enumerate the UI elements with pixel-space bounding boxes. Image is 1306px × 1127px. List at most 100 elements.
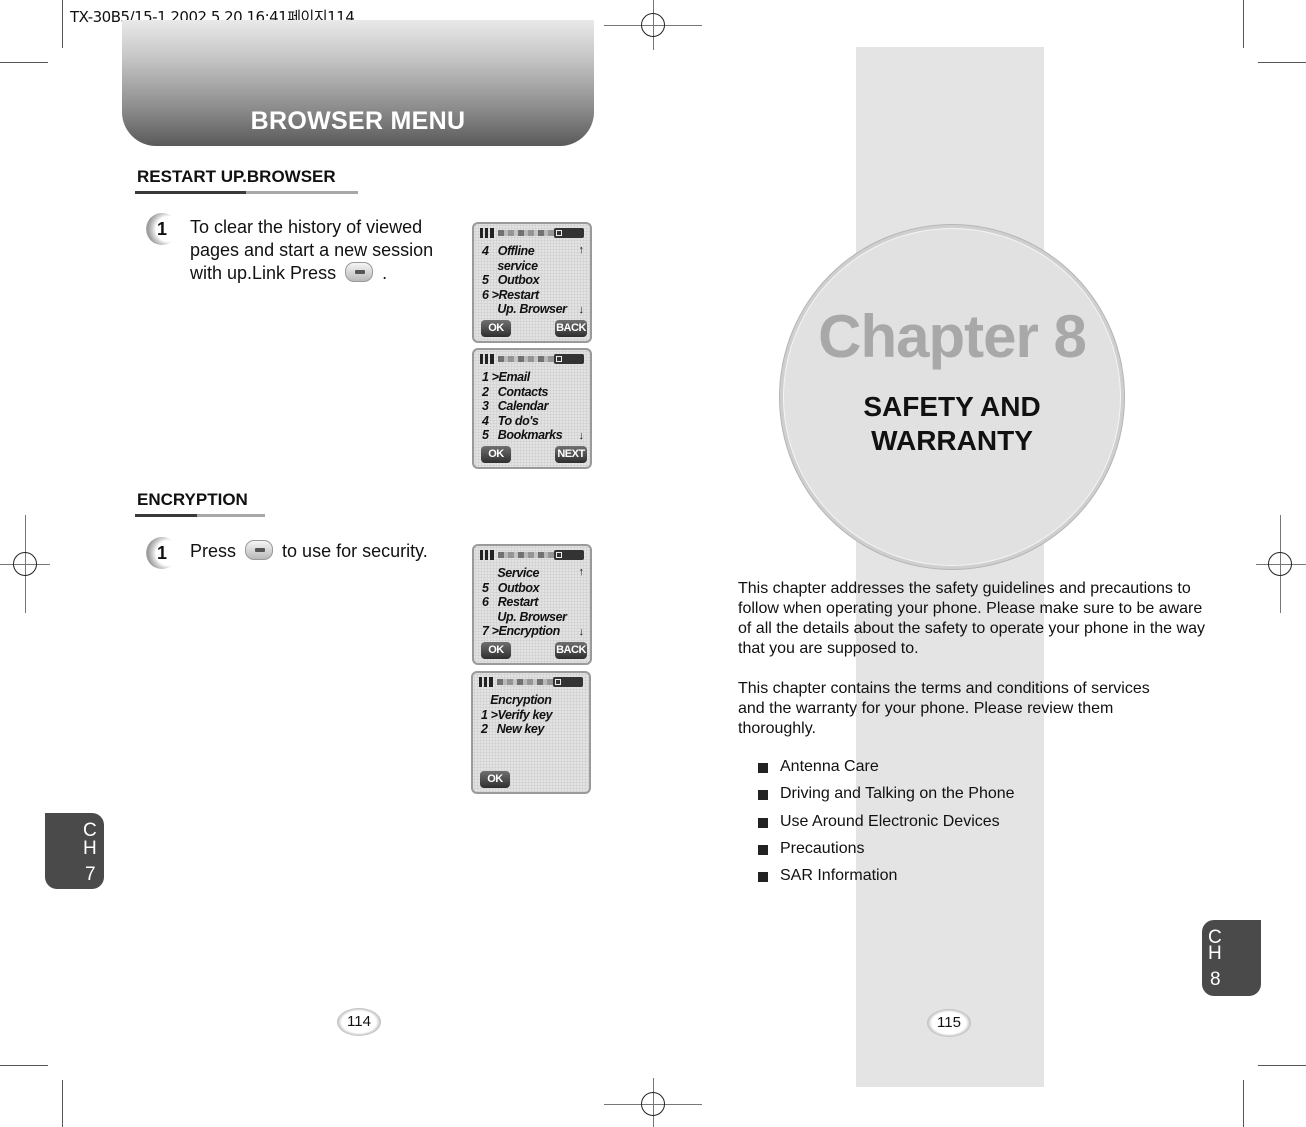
signal-icon <box>480 550 494 560</box>
step-text-end: . <box>382 263 388 283</box>
chapter-title-line: WARRANTY <box>871 425 1033 456</box>
menu-item-selected: 1 >Verify key <box>481 707 553 722</box>
menu-item: 3 Calendar <box>482 399 549 414</box>
scroll-down-arrow-icon: ↓ <box>578 626 585 638</box>
chapter-title-line: SAFETY AND <box>863 391 1041 422</box>
topic-item: SAR Information <box>758 866 1015 893</box>
signal-icon <box>480 354 494 364</box>
intro-paragraph: This chapter addresses the safety guidel… <box>738 580 1205 657</box>
menu-item: 2 New key <box>481 722 545 737</box>
step-text-end: to use for security. <box>282 541 428 561</box>
crop-mark <box>1258 1065 1306 1066</box>
scroll-down-arrow-icon: ↓ <box>578 430 585 442</box>
status-bar <box>480 354 584 364</box>
menu-item-selected: 1 >Email <box>482 370 530 384</box>
battery-icon <box>554 228 584 238</box>
ok-softkey: OK <box>481 642 511 659</box>
bullet-square-icon <box>758 817 768 828</box>
phone-screen-browser-menu-encryption: Service 5 Outbox 6 Restart Up. Browser 7… <box>472 544 592 665</box>
ok-softkey: OK <box>481 446 511 463</box>
key-7-icon <box>245 540 274 560</box>
topic-item: Antenna Care <box>758 757 1015 784</box>
menu-item-selected: 6 >Restart <box>482 287 539 302</box>
chapter-tab-letter: H <box>83 838 97 859</box>
topic-label: Precautions <box>780 839 865 857</box>
crop-mark <box>0 1065 48 1066</box>
ok-softkey: OK <box>480 771 510 788</box>
battery-icon <box>554 550 584 560</box>
topic-item: Use Around Electronic Devices <box>758 812 1015 839</box>
status-bar <box>479 677 583 687</box>
step-text: Press <box>190 541 237 561</box>
menu-item: 2 Contacts <box>482 384 549 399</box>
topic-label: SAR Information <box>780 867 898 885</box>
menu-item: Up. Browser <box>482 609 567 624</box>
step-instruction: Press to use for security. <box>190 540 460 563</box>
menu-list: 1 >Email 2 Contacts 3 Calendar 4 To do's… <box>482 370 584 443</box>
crop-mark <box>62 1080 63 1127</box>
registration-circle <box>13 552 37 576</box>
scroll-up-arrow-icon: ↑ <box>578 566 585 578</box>
section-underline <box>246 191 358 194</box>
chapter-tab-letter: H <box>1208 943 1222 964</box>
chapter-circle: Chapter 8 SAFETY AND WARRANTY <box>780 225 1124 569</box>
next-softkey: NEXT <box>555 446 587 463</box>
section-title-encryption: ENCRYPTION <box>137 490 248 509</box>
menu-item: 5 Outbox <box>482 580 540 595</box>
chapter-tab-number: 8 <box>1210 969 1221 990</box>
status-bar <box>480 228 584 238</box>
bullet-square-icon <box>758 844 768 855</box>
menu-header: Encryption <box>481 693 552 707</box>
bullet-square-icon <box>758 872 768 883</box>
menu-item: 6 Restart <box>482 595 539 610</box>
phone-screen-encryption: Encryption 1 >Verify key 2 New key OK <box>471 671 591 794</box>
menu-item: 5 Outbox <box>482 273 540 288</box>
menu-item: Up. Browser <box>482 302 567 317</box>
registration-circle <box>641 1092 665 1116</box>
status-indicators <box>497 679 561 685</box>
end-key-icon <box>345 262 374 282</box>
menu-item-selected: 7 >Encryption <box>482 624 560 639</box>
status-bar <box>480 550 584 560</box>
ok-softkey: OK <box>481 320 511 337</box>
menu-list: Service 5 Outbox 6 Restart Up. Browser 7… <box>482 566 584 639</box>
scroll-up-arrow-icon: ↑ <box>578 244 585 256</box>
section-underline <box>135 514 197 517</box>
menu-item: 5 Bookmarks <box>482 428 563 443</box>
chapter-title: SAFETY AND WARRANTY <box>783 390 1121 458</box>
bullet-square-icon <box>758 763 768 773</box>
chapter-tab-number: 7 <box>85 864 96 885</box>
chapter-label: Chapter 8 <box>818 303 1087 370</box>
section-underline <box>135 191 246 194</box>
header-banner: BROWSER MENU <box>122 20 594 146</box>
status-indicators <box>498 356 562 362</box>
section-title-restart: RESTART UP.BROWSER <box>137 167 336 186</box>
topic-item: Precautions <box>758 839 1015 866</box>
signal-icon <box>479 677 493 687</box>
section-underline <box>197 514 265 517</box>
crop-mark <box>62 0 63 48</box>
topic-list: Antenna Care Driving and Talking on the … <box>758 757 1015 893</box>
chapter-tab-8: C H 8 <box>1202 920 1261 996</box>
intro-paragraph: This chapter contains the terms and cond… <box>738 680 1150 737</box>
crop-mark <box>1243 0 1244 48</box>
crop-mark <box>1258 62 1306 63</box>
menu-item: 4 Offline <box>482 244 535 258</box>
status-indicators <box>498 552 562 558</box>
step-text: To clear the history of viewed pages and… <box>190 217 434 283</box>
menu-list: Encryption 1 >Verify key 2 New key <box>481 693 583 737</box>
step-instruction: To clear the history of viewed pages and… <box>190 216 455 285</box>
menu-item: service <box>482 258 538 273</box>
phone-screen-browser-menu: 4 Offline service 5 Outbox 6 >Restart Up… <box>472 222 592 343</box>
registration-circle <box>1268 552 1292 576</box>
back-softkey: BACK <box>555 642 587 659</box>
topic-label: Antenna Care <box>780 758 879 775</box>
crop-mark <box>1243 1080 1244 1127</box>
back-softkey: BACK <box>555 320 587 337</box>
scroll-down-arrow-icon: ↓ <box>578 304 585 316</box>
registration-circle <box>641 13 665 37</box>
status-indicators <box>498 230 562 236</box>
step-number-badge: 1 <box>146 537 178 569</box>
step-number-badge: 1 <box>146 213 178 245</box>
crop-mark <box>0 62 48 63</box>
